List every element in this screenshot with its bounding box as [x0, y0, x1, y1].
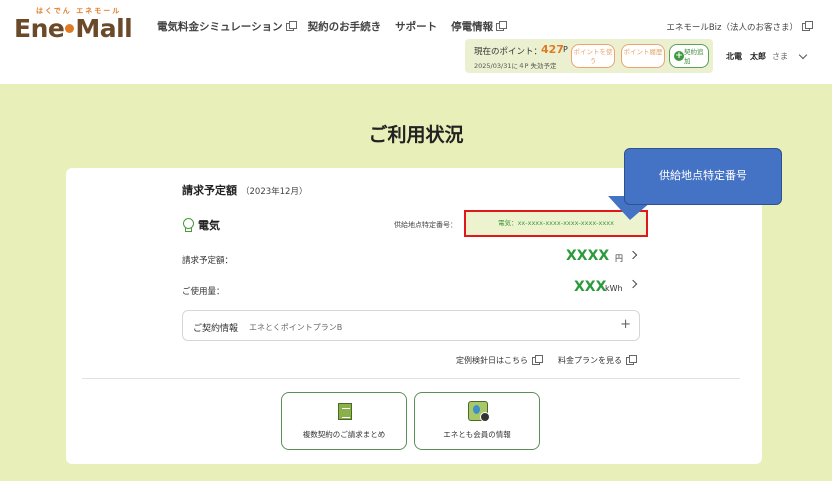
biz-link[interactable]: エネモールBiz（法人のお客さま）: [666, 21, 813, 33]
chevron-right-icon[interactable]: [628, 250, 638, 260]
plus-circle-icon: +: [674, 51, 684, 61]
bulk-billing-label: 複数契約のご請求まとめ: [302, 430, 386, 439]
chevron-right-icon[interactable]: [628, 279, 638, 289]
site-header: はくでん エネモール Ene Mall 電気料金シミュレーション 契約のお手続き …: [0, 0, 832, 84]
external-link-icon: [802, 21, 813, 31]
contract-plan: エネとくポイントプランB: [249, 323, 343, 332]
nav-outage-label: 停電情報: [451, 21, 494, 33]
points-expire: 2025/03/31に４P 失効予定: [474, 62, 557, 70]
user-honorific: さま: [772, 52, 788, 61]
billing-heading: 請求予定額 （2023年12月）: [182, 182, 307, 198]
global-nav: 電気料金シミュレーション 契約のお手続き サポート 停電情報: [157, 19, 508, 34]
nav-contract-label: 契約のお手続き: [307, 21, 382, 33]
contract-info-title: ご契約情報: [193, 324, 239, 334]
usage-card: 請求予定額 （2023年12月） 電気 供給地点特定番号： 電気：xx-xxxx-…: [66, 168, 762, 464]
external-link-icon: [496, 20, 508, 31]
points-value: 427: [541, 43, 564, 56]
price-plan-link[interactable]: 料金プランを見る: [558, 354, 637, 366]
user-menu[interactable]: 北電 太郎 さま: [726, 50, 808, 62]
member-info-label: エネとも会員の情報: [443, 430, 511, 439]
logo-text-left: Ene: [14, 14, 65, 43]
member-info-tile[interactable]: エネとも会員の情報: [414, 392, 540, 450]
meter-reading-day-link[interactable]: 定例検針日はこちら: [456, 354, 543, 366]
meter-reading-day-label: 定例検針日はこちら: [456, 356, 528, 365]
bulk-billing-tile[interactable]: 複数契約のご請求まとめ: [281, 392, 407, 450]
service-type-label: 電気: [198, 219, 220, 232]
lightbulb-icon: [182, 218, 194, 232]
page-title: ご利用状況: [368, 124, 464, 146]
nav-support[interactable]: サポート: [395, 19, 437, 34]
external-link-icon: [626, 354, 637, 365]
supply-point-label: 供給地点特定番号：: [394, 221, 457, 229]
add-contract-label: 契約追加: [684, 48, 704, 65]
user-name: 北電 太郎: [726, 52, 766, 61]
amount-value[interactable]: XXXX: [566, 248, 609, 264]
divider: [82, 378, 740, 379]
amount-unit: 円: [615, 254, 623, 263]
external-link-icon: [285, 20, 297, 31]
logo-text-right: Mall: [75, 14, 133, 43]
chevron-down-icon: [798, 50, 808, 60]
amount-label: 請求予定額：: [182, 256, 234, 266]
usage-unit: kWh: [605, 284, 623, 293]
usage-value[interactable]: XXX: [574, 279, 606, 295]
nav-outage-info[interactable]: 停電情報: [451, 19, 508, 34]
expand-plus-icon: +: [620, 317, 631, 332]
logo-wordmark: Ene Mall: [14, 14, 133, 43]
service-type: 電気: [182, 217, 220, 233]
billing-period: （2023年12月）: [241, 187, 308, 197]
logo-dot-icon: [65, 24, 75, 33]
use-points-button[interactable]: ポイントを使う: [571, 44, 615, 68]
add-contract-button[interactable]: + 契約追加: [669, 44, 709, 68]
points-unit: P: [563, 45, 568, 54]
price-plan-label: 料金プランを見る: [558, 356, 622, 365]
card-links: 定例検針日はこちら 料金プランを見る: [456, 354, 637, 366]
nav-simulation[interactable]: 電気料金シミュレーション: [157, 19, 297, 34]
points-label: 現在のポイント：: [474, 47, 543, 57]
external-link-icon: [532, 354, 543, 365]
member-card-icon: [468, 401, 490, 422]
points-panel: 現在のポイント： 427 P 2025/03/31に４P 失効予定 ポイントを使…: [465, 39, 713, 73]
nav-simulation-label: 電気料金シミュレーション: [157, 21, 283, 33]
nav-contract-procedures[interactable]: 契約のお手続き: [308, 19, 382, 34]
contract-info-accordion[interactable]: ご契約情報 エネとくポイントプランB +: [182, 310, 640, 341]
enemall-logo[interactable]: はくでん エネモール Ene Mall: [14, 6, 142, 43]
usage-label: ご使用量：: [182, 287, 225, 297]
biz-link-label: エネモールBiz（法人のお客さま）: [666, 23, 798, 33]
billing-heading-label: 請求予定額: [182, 184, 237, 197]
annotation-callout: 供給地点特定番号: [624, 148, 782, 205]
points-history-button[interactable]: ポイント履歴: [621, 44, 665, 68]
documents-icon: [335, 401, 352, 420]
nav-support-label: サポート: [395, 21, 438, 33]
